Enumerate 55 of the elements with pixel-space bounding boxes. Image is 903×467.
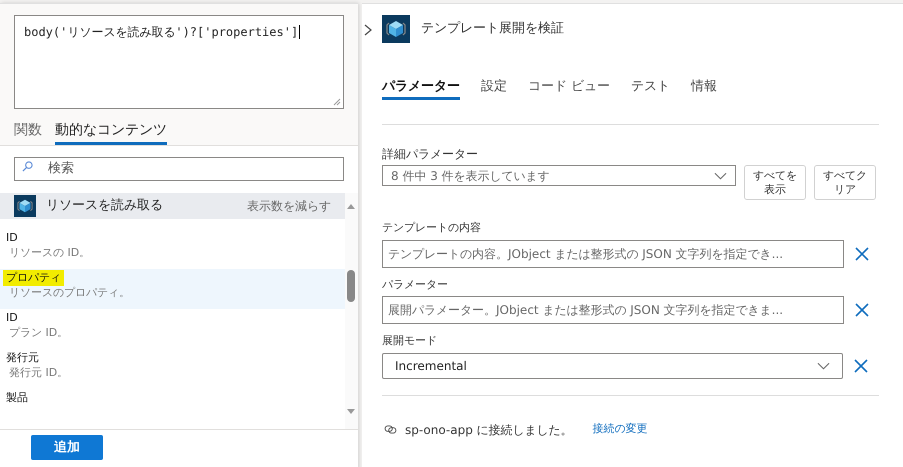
field-label: 詳細パラメーター	[382, 146, 479, 163]
item-name: プロパティ	[3, 270, 64, 286]
scrollbar[interactable]	[345, 192, 358, 429]
tab[interactable]: パラメーター	[382, 76, 460, 100]
panel-button[interactable]: すべてを表示	[744, 165, 806, 200]
item-name: 製品	[5, 390, 29, 406]
editor-tab[interactable]: 動的なコンテンツ	[55, 119, 167, 145]
content-item[interactable]: 製品	[0, 389, 345, 429]
scroll-up-icon[interactable]	[347, 204, 355, 208]
search-field[interactable]: 検索	[14, 156, 344, 180]
chevron-down-icon	[714, 172, 727, 180]
field-label: テンプレートの内容	[382, 220, 482, 236]
input-field[interactable]: 展開パラメーター。JObject または整形式の JSON 文字列を指定できま...	[382, 296, 844, 324]
item-description: プラン ID。	[8, 326, 70, 340]
show-less-link[interactable]: 表示数を減らす	[247, 196, 331, 215]
panel-button[interactable]: すべてクリア	[814, 165, 876, 200]
item-description: リソースの ID。	[8, 246, 92, 260]
expression-text: body('リソースを読み取る')?['properties']	[24, 25, 300, 39]
cube-icon	[14, 194, 36, 217]
field-label: パラメーター	[382, 276, 449, 292]
advanced-parameters-dropdown[interactable]: 8 件中 3 件を表示しています	[382, 165, 736, 186]
mode-dropdown[interactable]: Incremental	[382, 352, 843, 378]
item-description: 発行元 ID。	[8, 366, 70, 380]
change-connection-link[interactable]: 接続の変更	[592, 421, 648, 438]
content-item[interactable]: ID リソースの ID。	[0, 229, 345, 269]
tab[interactable]: コード ビュー	[528, 76, 610, 100]
cube-icon	[382, 15, 410, 43]
tab[interactable]: テスト	[631, 76, 670, 100]
scroll-thumb[interactable]	[347, 270, 355, 302]
add-button[interactable]: 追加	[31, 435, 103, 460]
content-item[interactable]: ID プラン ID。	[0, 309, 345, 349]
expression-field[interactable]: body('リソースを読み取る')?['properties']	[14, 15, 344, 109]
connection-text: sp-ono-app に接続しました。	[405, 422, 573, 438]
tab[interactable]: 設定	[481, 76, 507, 100]
close-icon[interactable]	[854, 358, 868, 372]
item-name: ID	[5, 310, 19, 326]
item-name: ID	[5, 230, 19, 246]
content-item[interactable]: プロパティ リソースのプロパティ。	[0, 269, 345, 309]
group-title: リソースを読み取る	[46, 197, 164, 215]
chevron-down-icon	[817, 362, 830, 370]
resize-handle-icon[interactable]	[333, 98, 341, 106]
close-icon[interactable]	[855, 303, 869, 317]
field-label: 展開モード	[382, 333, 438, 349]
item-name: 発行元	[5, 350, 40, 366]
link-icon	[384, 425, 397, 434]
scroll-down-icon[interactable]	[347, 408, 355, 414]
chevron-right-icon[interactable]	[364, 24, 372, 36]
content-item[interactable]: 発行元 発行元 ID。	[0, 349, 345, 389]
input-field[interactable]: テンプレートの内容。JObject または整形式の JSON 文字列を指定でき...	[382, 240, 844, 268]
item-description: リソースのプロパティ。	[8, 286, 131, 300]
tab[interactable]: 情報	[691, 76, 718, 100]
editor-tab[interactable]: 関数	[14, 119, 42, 145]
close-icon[interactable]	[855, 246, 869, 260]
action-title: テンプレート展開を検証	[421, 20, 564, 38]
search-icon	[22, 161, 33, 172]
